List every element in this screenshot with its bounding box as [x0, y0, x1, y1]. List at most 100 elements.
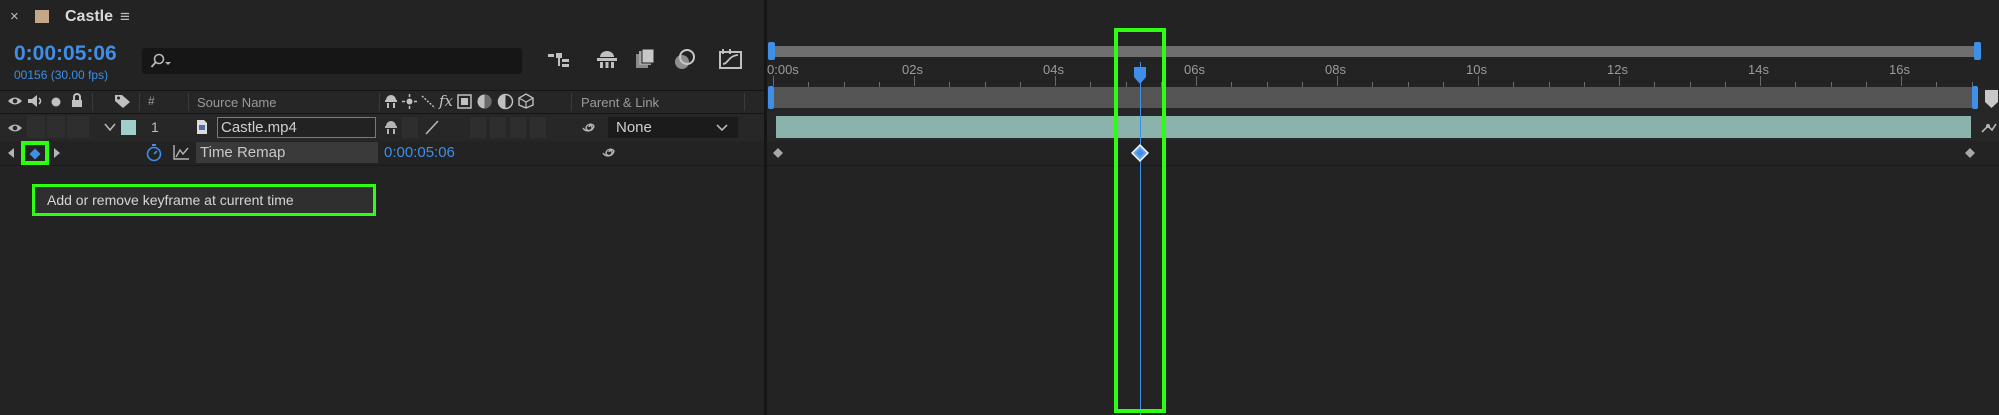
- column-separator: [571, 93, 572, 111]
- parent-dropdown-value: None: [616, 119, 652, 136]
- lock-switch-cell[interactable]: [67, 116, 89, 138]
- time-ruler[interactable]: 0:00s 02s 04s 06s 08s 10s 12s 14s 16s: [767, 58, 1999, 88]
- layer-name: Castle.mp4: [221, 119, 297, 136]
- property-track-row: [767, 141, 1999, 166]
- ruler-tick-mark: [1337, 76, 1338, 86]
- ruler-tick-mark: [1055, 76, 1056, 86]
- parent-link-column-header[interactable]: Parent & Link: [581, 95, 659, 110]
- ruler-tick-label: 14s: [1748, 62, 1769, 77]
- ruler-tick-label: 02s: [902, 62, 923, 77]
- shy-switch-icon[interactable]: [384, 94, 398, 108]
- layer-number: 1: [151, 119, 159, 135]
- property-name-cell[interactable]: Time Remap: [196, 142, 378, 163]
- search-icon: [150, 53, 171, 68]
- tooltip-text: Add or remove keyframe at current time: [47, 192, 294, 208]
- layer-column-header: # Source Name fx Parent & Link: [0, 90, 764, 114]
- hide-shy-layers-icon[interactable]: [634, 48, 656, 70]
- graph-editor-toggle-icon[interactable]: [172, 144, 190, 161]
- keyframe-diamond-icon: [29, 148, 41, 160]
- graph-editor-icon[interactable]: [718, 48, 744, 70]
- ruler-tick-mark: [914, 76, 915, 86]
- current-time-display[interactable]: 0:00:05:06: [14, 42, 117, 66]
- column-separator: [188, 93, 189, 111]
- ruler-tick-mark: [1196, 76, 1197, 86]
- ruler-tick-label: 06s: [1184, 62, 1205, 77]
- shy-switch-on-icon[interactable]: [384, 120, 398, 135]
- column-separator: [744, 93, 745, 111]
- layer-name-field[interactable]: Castle.mp4: [217, 117, 376, 138]
- label-tag-icon[interactable]: [114, 93, 132, 109]
- keyframe-tooltip: Add or remove keyframe at current time: [32, 184, 376, 216]
- work-area-start-handle[interactable]: [768, 86, 774, 109]
- keyframe-interpolation-icon[interactable]: [1980, 118, 1999, 138]
- add-remove-keyframe-button[interactable]: [21, 141, 49, 165]
- ruler-tick-label: 12s: [1607, 62, 1628, 77]
- work-area-end-handle[interactable]: [1972, 86, 1978, 109]
- quality-icon[interactable]: [421, 94, 436, 109]
- ruler-tick-mark: [1901, 76, 1902, 86]
- frame-count-display: 00156 (30.00 fps): [14, 68, 109, 82]
- ruler-tick-mark: [1478, 76, 1479, 86]
- adjustment-layer-icon[interactable]: [476, 93, 493, 110]
- keyframe-end-marker[interactable]: [1964, 147, 1976, 159]
- layer-label-color-swatch[interactable]: [121, 120, 136, 135]
- motion-blur-icon[interactable]: [457, 94, 472, 109]
- lock-icon[interactable]: [70, 93, 84, 108]
- ruler-tick-label: 08s: [1325, 62, 1346, 77]
- quality-best-icon[interactable]: [424, 119, 440, 136]
- number-column-header: #: [148, 94, 155, 108]
- layer-visibility-icon[interactable]: [7, 122, 23, 134]
- dropdown-chevron-icon: [716, 124, 728, 132]
- 3d-switch-cell[interactable]: [530, 117, 546, 138]
- layer-panel: × Castle ≡ 0:00:05:06 00156 (30.00 fps): [0, 0, 764, 415]
- effects-fx-icon[interactable]: fx: [439, 92, 453, 110]
- property-name: Time Remap: [200, 144, 286, 161]
- solo-icon[interactable]: [50, 96, 62, 108]
- frame-blending-icon[interactable]: [673, 48, 697, 72]
- expand-chevron-icon[interactable]: [104, 123, 116, 132]
- draft-3d-icon[interactable]: [595, 48, 619, 70]
- tab-menu-icon[interactable]: ≡: [120, 7, 130, 27]
- audio-switch-cell[interactable]: [27, 116, 45, 138]
- ruler-tick-mark: [773, 76, 774, 86]
- keyframe-start-marker[interactable]: [772, 147, 784, 159]
- layer-row[interactable]: 1 Castle.mp4 None: [0, 114, 764, 142]
- source-name-column-header[interactable]: Source Name: [197, 95, 276, 110]
- column-separator: [92, 93, 93, 111]
- frame-blend-switch-cell[interactable]: [490, 117, 506, 138]
- column-separator: [139, 93, 140, 111]
- column-separator: [379, 93, 380, 111]
- time-remap-value[interactable]: 0:00:05:06: [384, 144, 455, 161]
- ruler-tick-mark: [1760, 76, 1761, 86]
- collapse-transformations-icon[interactable]: [402, 94, 417, 109]
- search-input[interactable]: [142, 48, 522, 74]
- pick-whip-spiral-icon[interactable]: [580, 119, 598, 136]
- time-remap-property-row[interactable]: Time Remap 0:00:05:06: [0, 141, 764, 166]
- collapse-switch-cell[interactable]: [402, 117, 418, 138]
- composition-tab-bar: × Castle ≡: [0, 0, 764, 36]
- effects-switch-cell[interactable]: [470, 117, 486, 138]
- comp-marker-bin-icon[interactable]: [1983, 88, 1999, 112]
- work-area-bar[interactable]: [773, 87, 1976, 108]
- parent-dropdown[interactable]: None: [608, 117, 738, 138]
- audio-icon[interactable]: [27, 94, 43, 108]
- ruler-tick-label: 16s: [1889, 62, 1910, 77]
- ruler-tick-label: 10s: [1466, 62, 1487, 77]
- footage-file-icon: [197, 120, 207, 134]
- layer-duration-bar[interactable]: [776, 116, 1971, 138]
- ruler-tick-label: 0:00s: [767, 62, 799, 77]
- frame-blending-switch-icon[interactable]: [497, 93, 514, 110]
- next-keyframe-arrow-icon[interactable]: [53, 147, 61, 159]
- 3d-layer-icon[interactable]: [518, 93, 534, 109]
- composition-mini-flowchart-icon[interactable]: [547, 50, 571, 70]
- composition-tab-title[interactable]: Castle: [65, 8, 113, 26]
- playhead-highlight-box: [1114, 28, 1166, 413]
- stopwatch-icon[interactable]: [145, 143, 163, 162]
- time-navigator-bar[interactable]: [773, 46, 1976, 57]
- solo-switch-cell[interactable]: [47, 116, 65, 138]
- previous-keyframe-arrow-icon[interactable]: [7, 147, 15, 159]
- video-visibility-icon[interactable]: [7, 95, 23, 107]
- motion-blur-switch-cell[interactable]: [510, 117, 526, 138]
- close-tab-button[interactable]: ×: [10, 8, 19, 25]
- expression-pick-whip-icon[interactable]: [600, 144, 618, 161]
